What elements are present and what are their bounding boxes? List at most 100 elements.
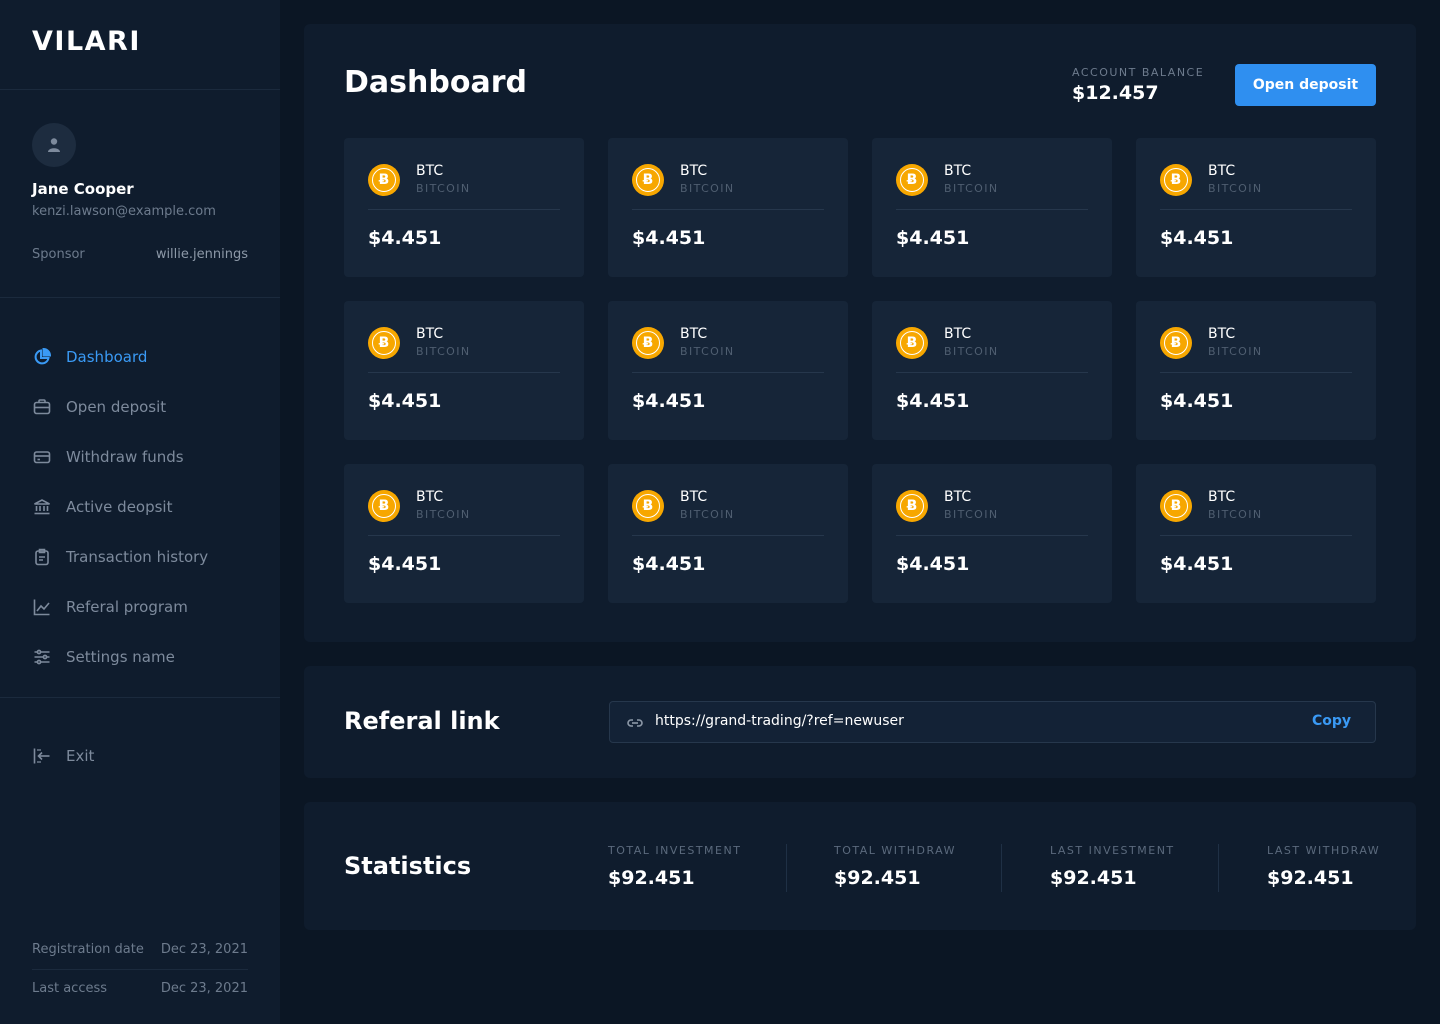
sidebar-item-label: Transaction history xyxy=(66,548,209,566)
coin-symbol: BTC xyxy=(1208,163,1236,179)
sidebar-item-transaction-history[interactable]: Transaction history xyxy=(32,532,208,582)
stat-value: $92.451 xyxy=(1050,867,1137,889)
coin-name: BITCOIN xyxy=(680,345,735,358)
account-balance-label: ACCOUNT BALANCE xyxy=(1072,66,1205,79)
coin-card[interactable]: Ƀ BTC BITCOIN $4.451 xyxy=(344,138,584,277)
sponsor-value: willie.jennings xyxy=(155,247,248,262)
coin-symbol: BTC xyxy=(1208,326,1236,342)
stat-divider xyxy=(1218,844,1219,892)
statistics-panel: Statistics TOTAL INVESTMENT $92.451 TOTA… xyxy=(304,802,1416,930)
card-divider xyxy=(632,209,824,210)
stat-last-investment: LAST INVESTMENT $92.451 xyxy=(1050,844,1175,889)
coin-card[interactable]: Ƀ BTC BITCOIN $4.451 xyxy=(608,464,848,603)
card-divider xyxy=(1160,372,1352,373)
stat-divider xyxy=(1001,844,1002,892)
sidebar-item-withdraw-funds[interactable]: Withdraw funds xyxy=(32,432,208,482)
bitcoin-icon: Ƀ xyxy=(1160,490,1192,522)
coin-card[interactable]: Ƀ BTC BITCOIN $4.451 xyxy=(872,301,1112,440)
coin-symbol: BTC xyxy=(680,489,708,505)
statistics-title: Statistics xyxy=(344,852,472,880)
coin-name: BITCOIN xyxy=(680,182,735,195)
card-divider xyxy=(896,535,1088,536)
stat-label: LAST INVESTMENT xyxy=(1050,844,1175,857)
coin-value: $4.451 xyxy=(1160,553,1234,575)
sidebar-item-active-deposit[interactable]: Active deopsit xyxy=(32,482,208,532)
sliders-icon xyxy=(32,647,52,667)
coin-card[interactable]: Ƀ BTC BITCOIN $4.451 xyxy=(1136,138,1376,277)
coin-card[interactable]: Ƀ BTC BITCOIN $4.451 xyxy=(1136,464,1376,603)
sidebar-item-settings[interactable]: Settings name xyxy=(32,632,208,682)
bitcoin-icon: Ƀ xyxy=(368,164,400,196)
bitcoin-icon: Ƀ xyxy=(632,327,664,359)
card-divider xyxy=(368,209,560,210)
coin-card[interactable]: Ƀ BTC BITCOIN $4.451 xyxy=(1136,301,1376,440)
coin-card[interactable]: Ƀ BTC BITCOIN $4.451 xyxy=(608,301,848,440)
sidebar-item-referal-program[interactable]: Referal program xyxy=(32,582,208,632)
stat-total-investment: TOTAL INVESTMENT $92.451 xyxy=(608,844,741,889)
referral-url[interactable]: https://grand-trading/?ref=newuser xyxy=(655,713,904,729)
sidebar: VILARI Jane Cooper kenzi.lawson@example.… xyxy=(0,0,280,1024)
bank-icon xyxy=(32,497,52,517)
bitcoin-icon: Ƀ xyxy=(896,490,928,522)
stat-value: $92.451 xyxy=(1267,867,1354,889)
sidebar-divider xyxy=(0,89,280,90)
meta-divider xyxy=(32,969,248,970)
stat-total-withdraw: TOTAL WITHDRAW $92.451 xyxy=(834,844,956,889)
bitcoin-icon: Ƀ xyxy=(368,327,400,359)
sponsor-label: Sponsor xyxy=(32,247,85,262)
registration-date-value: Dec 23, 2021 xyxy=(160,942,248,957)
last-access-label: Last access xyxy=(32,981,108,996)
page-title: Dashboard xyxy=(344,65,527,100)
briefcase-icon xyxy=(32,397,52,417)
trending-up-icon xyxy=(32,597,52,617)
coin-symbol: BTC xyxy=(416,326,444,342)
clipboard-icon xyxy=(32,547,52,567)
sidebar-divider xyxy=(0,697,280,698)
pie-chart-icon xyxy=(32,347,52,367)
bitcoin-icon: Ƀ xyxy=(368,490,400,522)
referral-link-field[interactable]: https://grand-trading/?ref=newuser Copy xyxy=(609,701,1376,743)
stat-label: TOTAL INVESTMENT xyxy=(608,844,742,857)
sidebar-item-open-deposit[interactable]: Open deposit xyxy=(32,382,208,432)
bitcoin-icon: Ƀ xyxy=(1160,327,1192,359)
coin-name: BITCOIN xyxy=(680,508,735,521)
bitcoin-icon: Ƀ xyxy=(896,164,928,196)
coin-card[interactable]: Ƀ BTC BITCOIN $4.451 xyxy=(344,301,584,440)
coin-card[interactable]: Ƀ BTC BITCOIN $4.451 xyxy=(608,138,848,277)
referral-panel: Referal link https://grand-trading/?ref=… xyxy=(304,666,1416,778)
coin-symbol: BTC xyxy=(944,326,972,342)
coin-value: $4.451 xyxy=(1160,390,1234,412)
avatar[interactable] xyxy=(32,123,76,167)
user-name: Jane Cooper xyxy=(32,180,134,198)
coin-card[interactable]: Ƀ BTC BITCOIN $4.451 xyxy=(872,138,1112,277)
coin-value: $4.451 xyxy=(896,553,970,575)
copy-button[interactable]: Copy xyxy=(1312,713,1351,729)
sidebar-item-dashboard[interactable]: Dashboard xyxy=(32,332,208,382)
coin-symbol: BTC xyxy=(416,163,444,179)
sidebar-item-label: Open deposit xyxy=(66,398,167,416)
coin-value: $4.451 xyxy=(632,227,706,249)
card-divider xyxy=(632,372,824,373)
logout-icon xyxy=(32,746,52,766)
coin-symbol: BTC xyxy=(944,163,972,179)
coin-value: $4.451 xyxy=(368,227,442,249)
referral-title: Referal link xyxy=(344,707,500,735)
coin-symbol: BTC xyxy=(680,163,708,179)
coin-card[interactable]: Ƀ BTC BITCOIN $4.451 xyxy=(872,464,1112,603)
app-logo[interactable]: VILARI xyxy=(32,26,141,57)
coin-name: BITCOIN xyxy=(416,508,471,521)
coin-symbol: BTC xyxy=(1208,489,1236,505)
link-icon xyxy=(626,715,644,734)
stat-divider xyxy=(786,844,787,892)
coin-name: BITCOIN xyxy=(944,182,999,195)
open-deposit-button[interactable]: Open deposit xyxy=(1235,64,1376,106)
bitcoin-icon: Ƀ xyxy=(1160,164,1192,196)
card-divider xyxy=(368,372,560,373)
exit-button[interactable]: Exit xyxy=(32,731,94,781)
coin-card[interactable]: Ƀ BTC BITCOIN $4.451 xyxy=(344,464,584,603)
user-email: kenzi.lawson@example.com xyxy=(32,204,216,219)
stat-value: $92.451 xyxy=(608,867,695,889)
coin-symbol: BTC xyxy=(944,489,972,505)
exit-label: Exit xyxy=(66,747,95,765)
sidebar-divider xyxy=(0,297,280,298)
